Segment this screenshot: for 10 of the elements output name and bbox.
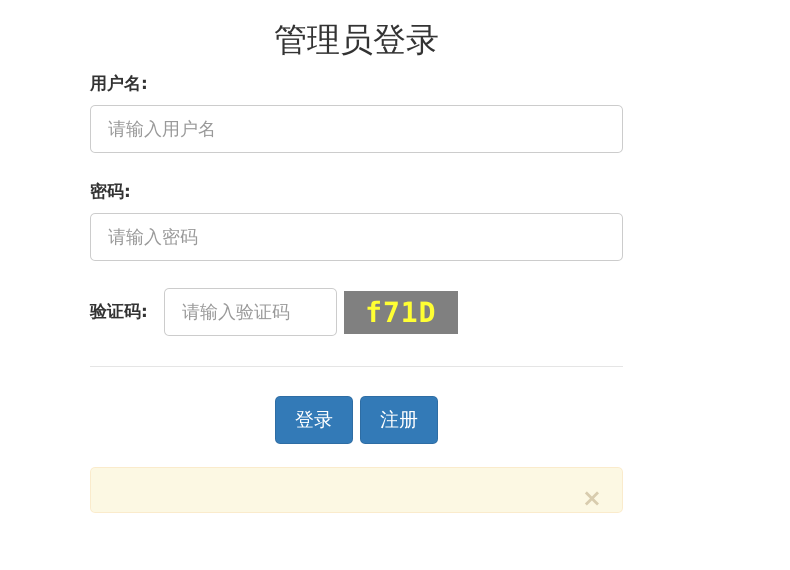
field-label: 用户名: (90, 73, 148, 96)
form-button[interactable]: 注册 (360, 396, 438, 444)
page-title: 管理员登录 (273, 19, 440, 61)
field-label: 密码: (90, 181, 131, 204)
captcha-input[interactable]: 请输入验证码 (164, 288, 337, 336)
captcha-image[interactable]: f71D (344, 290, 458, 334)
input-field[interactable]: 请输入用户名 (90, 105, 623, 153)
input-field[interactable]: 请输入密码 (90, 213, 623, 261)
form-button[interactable]: 登录 (275, 396, 353, 444)
field-label: 验证码: (90, 301, 148, 324)
